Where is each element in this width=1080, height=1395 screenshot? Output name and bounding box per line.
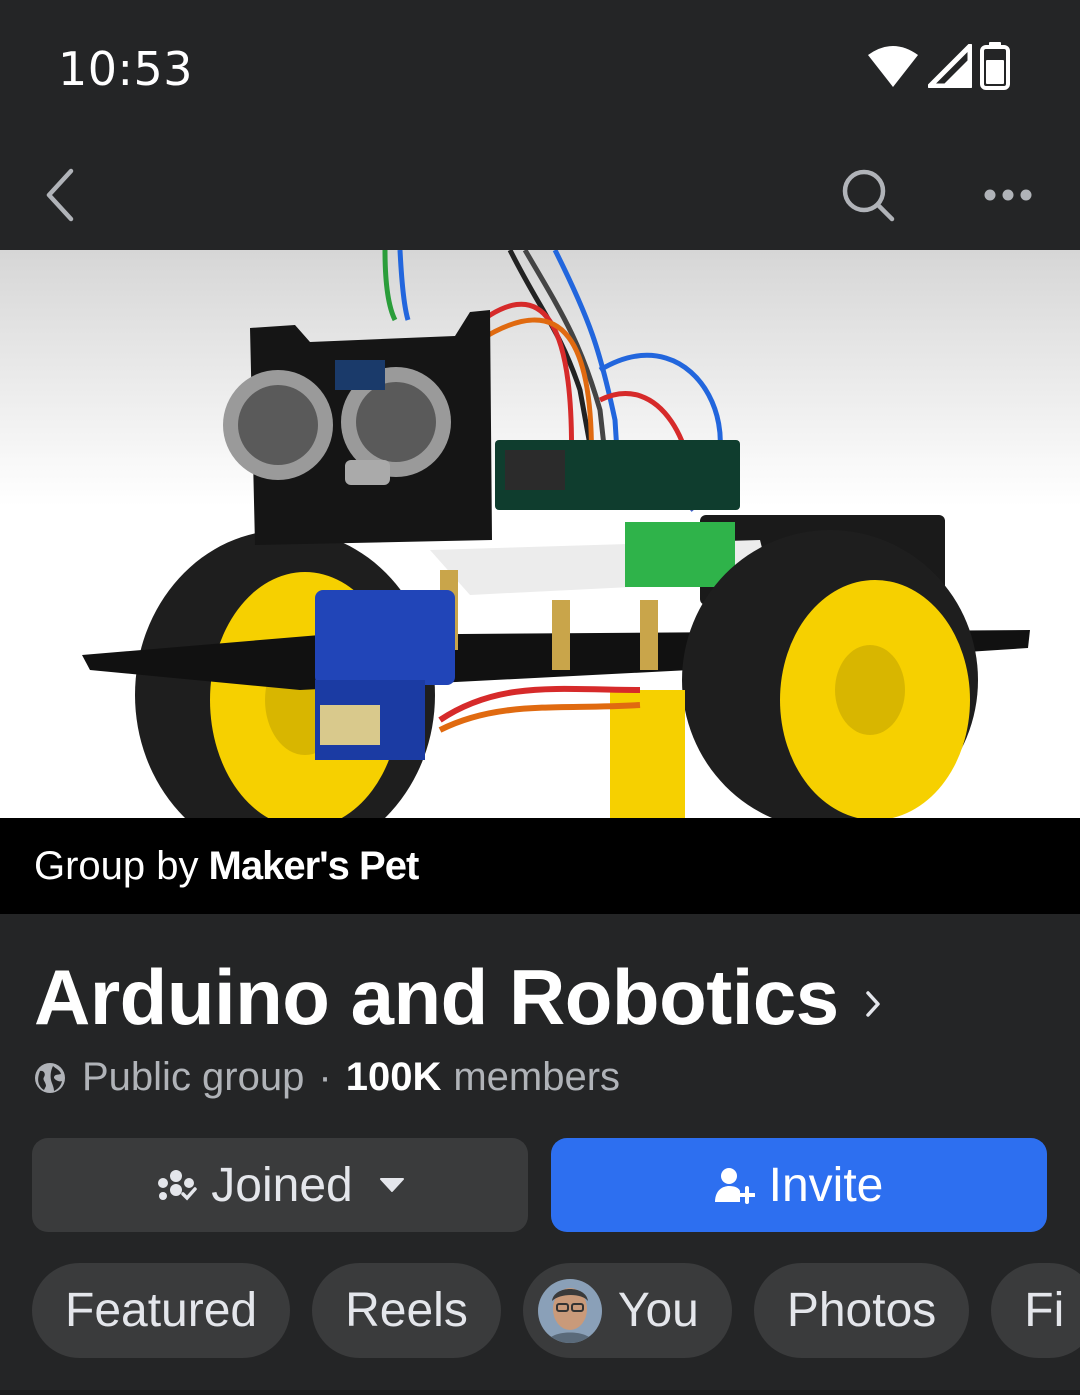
signal-icon [927,43,973,93]
globe-icon [34,1062,66,1094]
group-members-icon [155,1168,198,1202]
add-person-icon [714,1166,755,1204]
more-button[interactable] [973,160,1043,230]
tab-files[interactable]: Fi [991,1263,1080,1358]
group-meta: Public group · 100K members [34,1055,620,1100]
invite-button[interactable]: Invite [551,1138,1047,1232]
avatar [537,1278,602,1343]
member-label: members [453,1055,621,1099]
chevron-right-icon [865,990,881,1023]
wifi-icon [866,43,920,94]
tab-you[interactable]: You [522,1263,732,1358]
invite-label: Invite [768,1158,884,1212]
top-nav-bar [0,140,1080,250]
caret-down-icon [379,1177,405,1193]
group-title: Arduino and Robotics [34,953,839,1041]
member-count: 100K [345,1055,442,1099]
tab-label: You [617,1284,699,1337]
status-icons [866,42,1010,95]
tab-label: Fi [1024,1284,1065,1337]
group-tabs: Featured Reels You Photos Fi [32,1263,1080,1358]
chevron-left-icon [41,167,81,223]
battery-icon [980,42,1010,95]
tab-label: Reels [345,1284,468,1337]
group-by-prefix: Group by [34,843,199,888]
tab-label: Photos [786,1284,937,1337]
group-owner-name[interactable]: Maker's Pet [209,844,420,889]
more-dots-icon [983,188,1033,202]
group-by-banner[interactable]: Group by Maker's Pet [0,818,1080,914]
joined-label: Joined [211,1158,353,1212]
tab-reels[interactable]: Reels [312,1263,501,1358]
joined-button[interactable]: Joined [32,1138,528,1232]
robot-car-illustration [82,250,1030,818]
group-title-link[interactable]: Arduino and Robotics [34,952,881,1043]
cover-photo[interactable] [0,250,1080,818]
tab-photos[interactable]: Photos [753,1263,970,1358]
privacy-label: Public group [82,1055,305,1099]
tab-label: Featured [65,1284,258,1337]
back-button[interactable] [26,160,96,230]
status-bar: 10:53 [0,0,1080,140]
status-time: 10:53 [58,42,194,96]
search-icon [840,167,896,223]
search-button[interactable] [833,160,903,230]
meta-separator: · [318,1055,332,1099]
divider [0,1390,1080,1395]
tab-featured[interactable]: Featured [32,1263,291,1358]
